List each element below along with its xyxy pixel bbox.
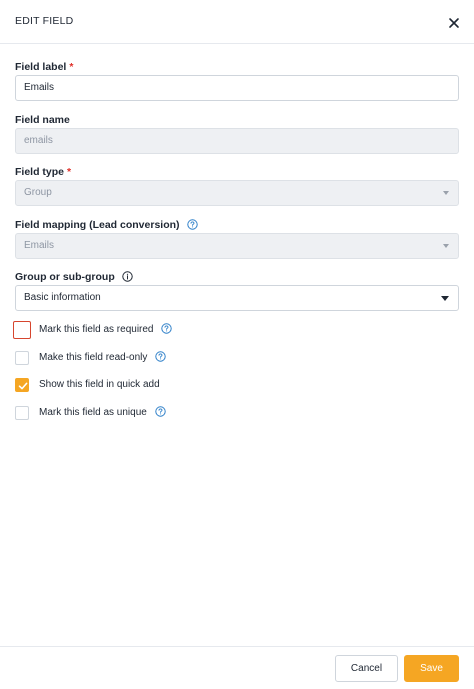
dialog-header: EDIT FIELD: [0, 0, 474, 44]
cancel-button[interactable]: Cancel: [335, 655, 398, 682]
info-circle-icon[interactable]: [121, 271, 133, 282]
required-asterisk: *: [67, 166, 72, 178]
field-label-input[interactable]: Emails: [15, 75, 459, 101]
group-label: Group or sub-group: [15, 271, 133, 283]
close-button[interactable]: [444, 13, 464, 33]
quick-add-checkbox-row[interactable]: Show this field in quick add: [15, 378, 315, 394]
field-name-label: Field name: [15, 114, 70, 126]
field-name-input: emails: [15, 128, 459, 154]
field-name-value: emails: [24, 135, 53, 146]
unique-checkbox-label: Mark this field as unique: [39, 406, 166, 418]
checkmark-icon: [18, 382, 28, 390]
required-asterisk: *: [69, 61, 74, 73]
dialog-title: EDIT FIELD: [15, 15, 74, 27]
help-circle-icon[interactable]: [161, 323, 172, 334]
chevron-down-icon: [443, 244, 449, 248]
read-only-checkbox[interactable]: [15, 351, 29, 365]
dialog-footer: Cancel Save: [0, 646, 474, 689]
quick-add-checkbox[interactable]: [15, 378, 29, 392]
required-checkbox[interactable]: [13, 321, 31, 339]
required-checkbox-label: Mark this field as required: [39, 323, 172, 335]
field-mapping-label: Field mapping (Lead conversion): [15, 219, 199, 231]
unique-checkbox[interactable]: [15, 406, 29, 420]
help-circle-icon[interactable]: [155, 351, 166, 362]
field-type-label: Field type *: [15, 166, 72, 178]
help-circle-icon[interactable]: [187, 219, 199, 230]
chevron-down-icon: [443, 191, 449, 195]
read-only-checkbox-label: Make this field read-only: [39, 351, 166, 363]
save-button[interactable]: Save: [404, 655, 459, 682]
field-mapping-value: Emails: [24, 240, 55, 251]
read-only-checkbox-row[interactable]: Make this field read-only: [15, 351, 315, 367]
group-select[interactable]: Basic information: [15, 285, 459, 311]
group-value: Basic information: [24, 292, 101, 303]
unique-checkbox-row[interactable]: Mark this field as unique: [15, 406, 315, 422]
field-type-select: Group: [15, 180, 459, 206]
field-mapping-select: Emails: [15, 233, 459, 259]
chevron-down-icon: [441, 296, 449, 301]
field-label-label: Field label *: [15, 61, 74, 73]
help-circle-icon[interactable]: [154, 406, 166, 417]
close-icon: [449, 18, 459, 28]
required-checkbox-row[interactable]: Mark this field as required: [13, 321, 315, 339]
field-type-value: Group: [24, 187, 52, 198]
quick-add-checkbox-label: Show this field in quick add: [39, 379, 160, 390]
